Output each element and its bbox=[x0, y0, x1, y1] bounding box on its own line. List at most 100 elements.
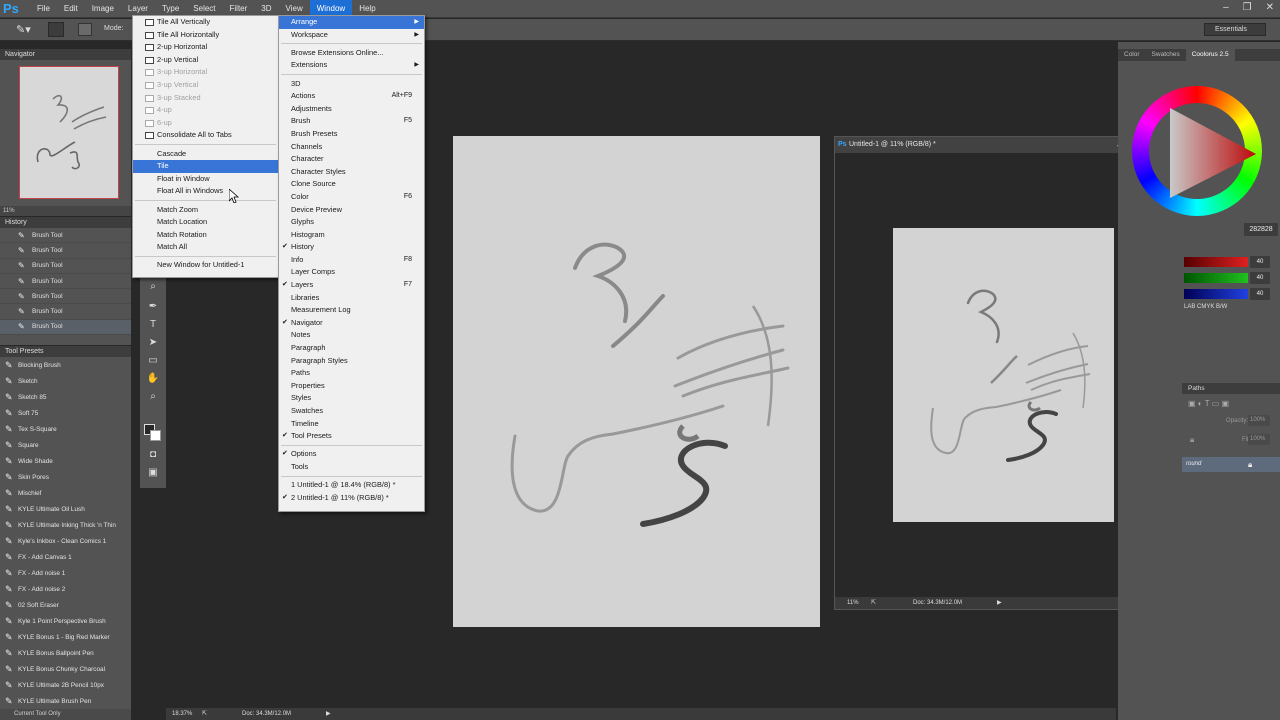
menu-item-match-rotation[interactable]: Match Rotation bbox=[133, 229, 278, 242]
menu-item-tile-all-horizontally[interactable]: Tile All Horizontally bbox=[133, 29, 278, 42]
menu-item-timeline[interactable]: Timeline bbox=[279, 418, 424, 431]
preset-item[interactable]: ✎ KYLE Ultimate Inking Thick 'n Thin bbox=[0, 517, 131, 533]
zoom-tool-icon[interactable]: ⌕ bbox=[146, 390, 160, 404]
screen-mode-icon[interactable]: ▣ bbox=[146, 466, 160, 480]
preset-item[interactable]: ✎ FX - Add noise 2 bbox=[0, 581, 131, 597]
menu-item-paragraph-styles[interactable]: Paragraph Styles bbox=[279, 355, 424, 368]
menu-item-tool-presets[interactable]: ✔ Tool Presets bbox=[279, 430, 424, 443]
menu-item-paragraph[interactable]: Paragraph bbox=[279, 342, 424, 355]
menu-item-options[interactable]: ✔ Options bbox=[279, 448, 424, 461]
history-item[interactable]: ✎ Brush Tool bbox=[0, 319, 131, 336]
floating-document-canvas[interactable] bbox=[893, 228, 1114, 522]
preset-item[interactable]: ✎ KYLE Ultimate 2B Pencil 10px bbox=[0, 677, 131, 693]
red-slider-bar[interactable] bbox=[1184, 257, 1248, 267]
menu-item-3d[interactable]: 3D bbox=[279, 78, 424, 91]
background-color-swatch[interactable] bbox=[150, 430, 161, 441]
type-tool-icon[interactable]: T bbox=[146, 318, 160, 332]
menu-item-color[interactable]: Color F6 bbox=[279, 191, 424, 204]
menu-item-layers[interactable]: ✔ Layers F7 bbox=[279, 279, 424, 292]
pen-tool-icon[interactable]: ✒ bbox=[146, 300, 160, 314]
blue-slider[interactable]: 40 bbox=[1184, 288, 1278, 300]
menu-item-1-untitled-1-18-4-rgb-8-[interactable]: 1 Untitled-1 @ 18.4% (RGB/8) * bbox=[279, 479, 424, 492]
menu-item-paths[interactable]: Paths bbox=[279, 367, 424, 380]
preset-item[interactable]: ✎ Skin Pores bbox=[0, 469, 131, 485]
menu-item-styles[interactable]: Styles bbox=[279, 392, 424, 405]
color-triangle[interactable] bbox=[1170, 108, 1260, 198]
preset-item[interactable]: ✎ Mischief bbox=[0, 485, 131, 501]
menu-item-device-preview[interactable]: Device Preview bbox=[279, 204, 424, 217]
history-item[interactable]: ✎ Brush Tool bbox=[0, 243, 131, 259]
menu-item-workspace[interactable]: Workspace ▶ bbox=[279, 29, 424, 42]
menu-item-actions[interactable]: Actions Alt+F9 bbox=[279, 90, 424, 103]
brush-panel-toggle-icon[interactable] bbox=[78, 23, 92, 36]
blue-slider-bar[interactable] bbox=[1184, 289, 1248, 299]
main-document-canvas[interactable] bbox=[453, 136, 820, 627]
preset-item[interactable]: ✎ FX - Add noise 1 bbox=[0, 565, 131, 581]
status-arrow-icon[interactable]: ▶ bbox=[326, 708, 331, 720]
menu-item-brush[interactable]: Brush F5 bbox=[279, 115, 424, 128]
preset-item[interactable]: ✎ Kyle 1 Point Perspective Brush bbox=[0, 613, 131, 629]
background-layer-row[interactable]: round 🔒︎ bbox=[1182, 457, 1280, 472]
green-value[interactable]: 40 bbox=[1250, 272, 1270, 284]
menu-item-consolidate-all-to-tabs[interactable]: Consolidate All to Tabs bbox=[133, 129, 278, 142]
menu-item-glyphs[interactable]: Glyphs bbox=[279, 216, 424, 229]
menu-item-float-all-in-windows[interactable]: Float All in Windows bbox=[133, 185, 278, 198]
tab-swatches[interactable]: Swatches bbox=[1146, 49, 1186, 61]
menu-item-character-styles[interactable]: Character Styles bbox=[279, 166, 424, 179]
preset-item[interactable]: ✎ Soft 75 bbox=[0, 405, 131, 421]
menu-item-channels[interactable]: Channels bbox=[279, 141, 424, 154]
minimize-icon[interactable]: – bbox=[1223, 2, 1229, 13]
menu-item-browse-extensions-online-[interactable]: Browse Extensions Online... bbox=[279, 47, 424, 60]
preset-item[interactable]: ✎ Square bbox=[0, 437, 131, 453]
tab-coolorus-2-5[interactable]: Coolorus 2.5 bbox=[1185, 49, 1235, 61]
navigator-tab[interactable]: Navigator bbox=[0, 49, 131, 60]
menu-item-match-all[interactable]: Match All bbox=[133, 241, 278, 254]
menu-item-tile-all-vertically[interactable]: Tile All Vertically bbox=[133, 16, 278, 29]
menu-edit[interactable]: Edit bbox=[57, 0, 85, 18]
menu-item-cascade[interactable]: Cascade bbox=[133, 148, 278, 161]
history-item[interactable]: ✎ Brush Tool bbox=[0, 228, 131, 244]
preset-item[interactable]: ✎ Kyle's Inkbox - Clean Comics 1 bbox=[0, 533, 131, 549]
preset-item[interactable]: ✎ KYLE Ultimate Brush Pen bbox=[0, 693, 131, 709]
menu-item-notes[interactable]: Notes bbox=[279, 329, 424, 342]
tab-color[interactable]: Color bbox=[1118, 49, 1146, 61]
menu-item-layer-comps[interactable]: Layer Comps bbox=[279, 266, 424, 279]
hand-tool-icon[interactable]: ✋ bbox=[146, 372, 160, 386]
blue-value[interactable]: 40 bbox=[1250, 288, 1270, 300]
quick-mask-icon[interactable]: ◘ bbox=[146, 448, 160, 462]
status-arrow-icon[interactable]: ▶ bbox=[997, 597, 1002, 609]
zoom-tool-icon[interactable]: ⌕ bbox=[146, 280, 160, 294]
menu-item-measurement-log[interactable]: Measurement Log bbox=[279, 304, 424, 317]
rectangle-tool-icon[interactable]: ▭ bbox=[146, 354, 160, 368]
hex-color-field[interactable]: 282828 bbox=[1244, 223, 1278, 236]
preset-item[interactable]: ✎ FX - Add Canvas 1 bbox=[0, 549, 131, 565]
preset-item[interactable]: ✎ Wide Shade bbox=[0, 453, 131, 469]
menu-item-libraries[interactable]: Libraries bbox=[279, 292, 424, 305]
preset-item[interactable]: ✎ Tex S-Square bbox=[0, 421, 131, 437]
history-tab[interactable]: History bbox=[0, 217, 131, 228]
color-modes[interactable]: LAB CMYK B/W bbox=[1184, 304, 1227, 310]
menu-item-info[interactable]: Info F8 bbox=[279, 254, 424, 267]
layer-filter-icons[interactable]: ▣ ◐ T ▭ ▣ bbox=[1188, 399, 1278, 409]
preset-item[interactable]: ✎ KYLE Bonus Ballpoint Pen bbox=[0, 645, 131, 661]
menu-item-2-up-horizontal[interactable]: 2-up Horizontal bbox=[133, 41, 278, 54]
navigator-thumbnail[interactable] bbox=[19, 66, 119, 199]
history-item[interactable]: ✎ Brush Tool bbox=[0, 289, 131, 305]
history-item[interactable]: ✎ Brush Tool bbox=[0, 274, 131, 290]
menu-item-brush-presets[interactable]: Brush Presets bbox=[279, 128, 424, 141]
preset-item[interactable]: ✎ Sketch bbox=[0, 373, 131, 389]
export-icon[interactable]: ⇱ bbox=[202, 708, 207, 720]
close-icon[interactable]: ✕ bbox=[1266, 2, 1274, 13]
history-item[interactable]: ✎ Brush Tool bbox=[0, 259, 131, 274]
preset-item[interactable]: ✎ Sketch 85 bbox=[0, 389, 131, 405]
brush-tool-icon[interactable]: ✎▾ bbox=[16, 23, 31, 36]
preset-item[interactable]: ✎ KYLE Bonus Chunky Charcoal bbox=[0, 661, 131, 677]
brush-size-picker[interactable] bbox=[48, 22, 64, 37]
menu-item-adjustments[interactable]: Adjustments bbox=[279, 103, 424, 116]
maximize-icon[interactable]: ❐ bbox=[1243, 2, 1252, 13]
menu-item-2-up-vertical[interactable]: 2-up Vertical bbox=[133, 54, 278, 67]
menu-item-histogram[interactable]: Histogram bbox=[279, 229, 424, 242]
preset-item[interactable]: ✎ KYLE Ultimate Oil Lush bbox=[0, 501, 131, 517]
menu-item-match-location[interactable]: Match Location bbox=[133, 216, 278, 229]
preset-item[interactable]: ✎ 02 Soft Eraser bbox=[0, 597, 131, 613]
